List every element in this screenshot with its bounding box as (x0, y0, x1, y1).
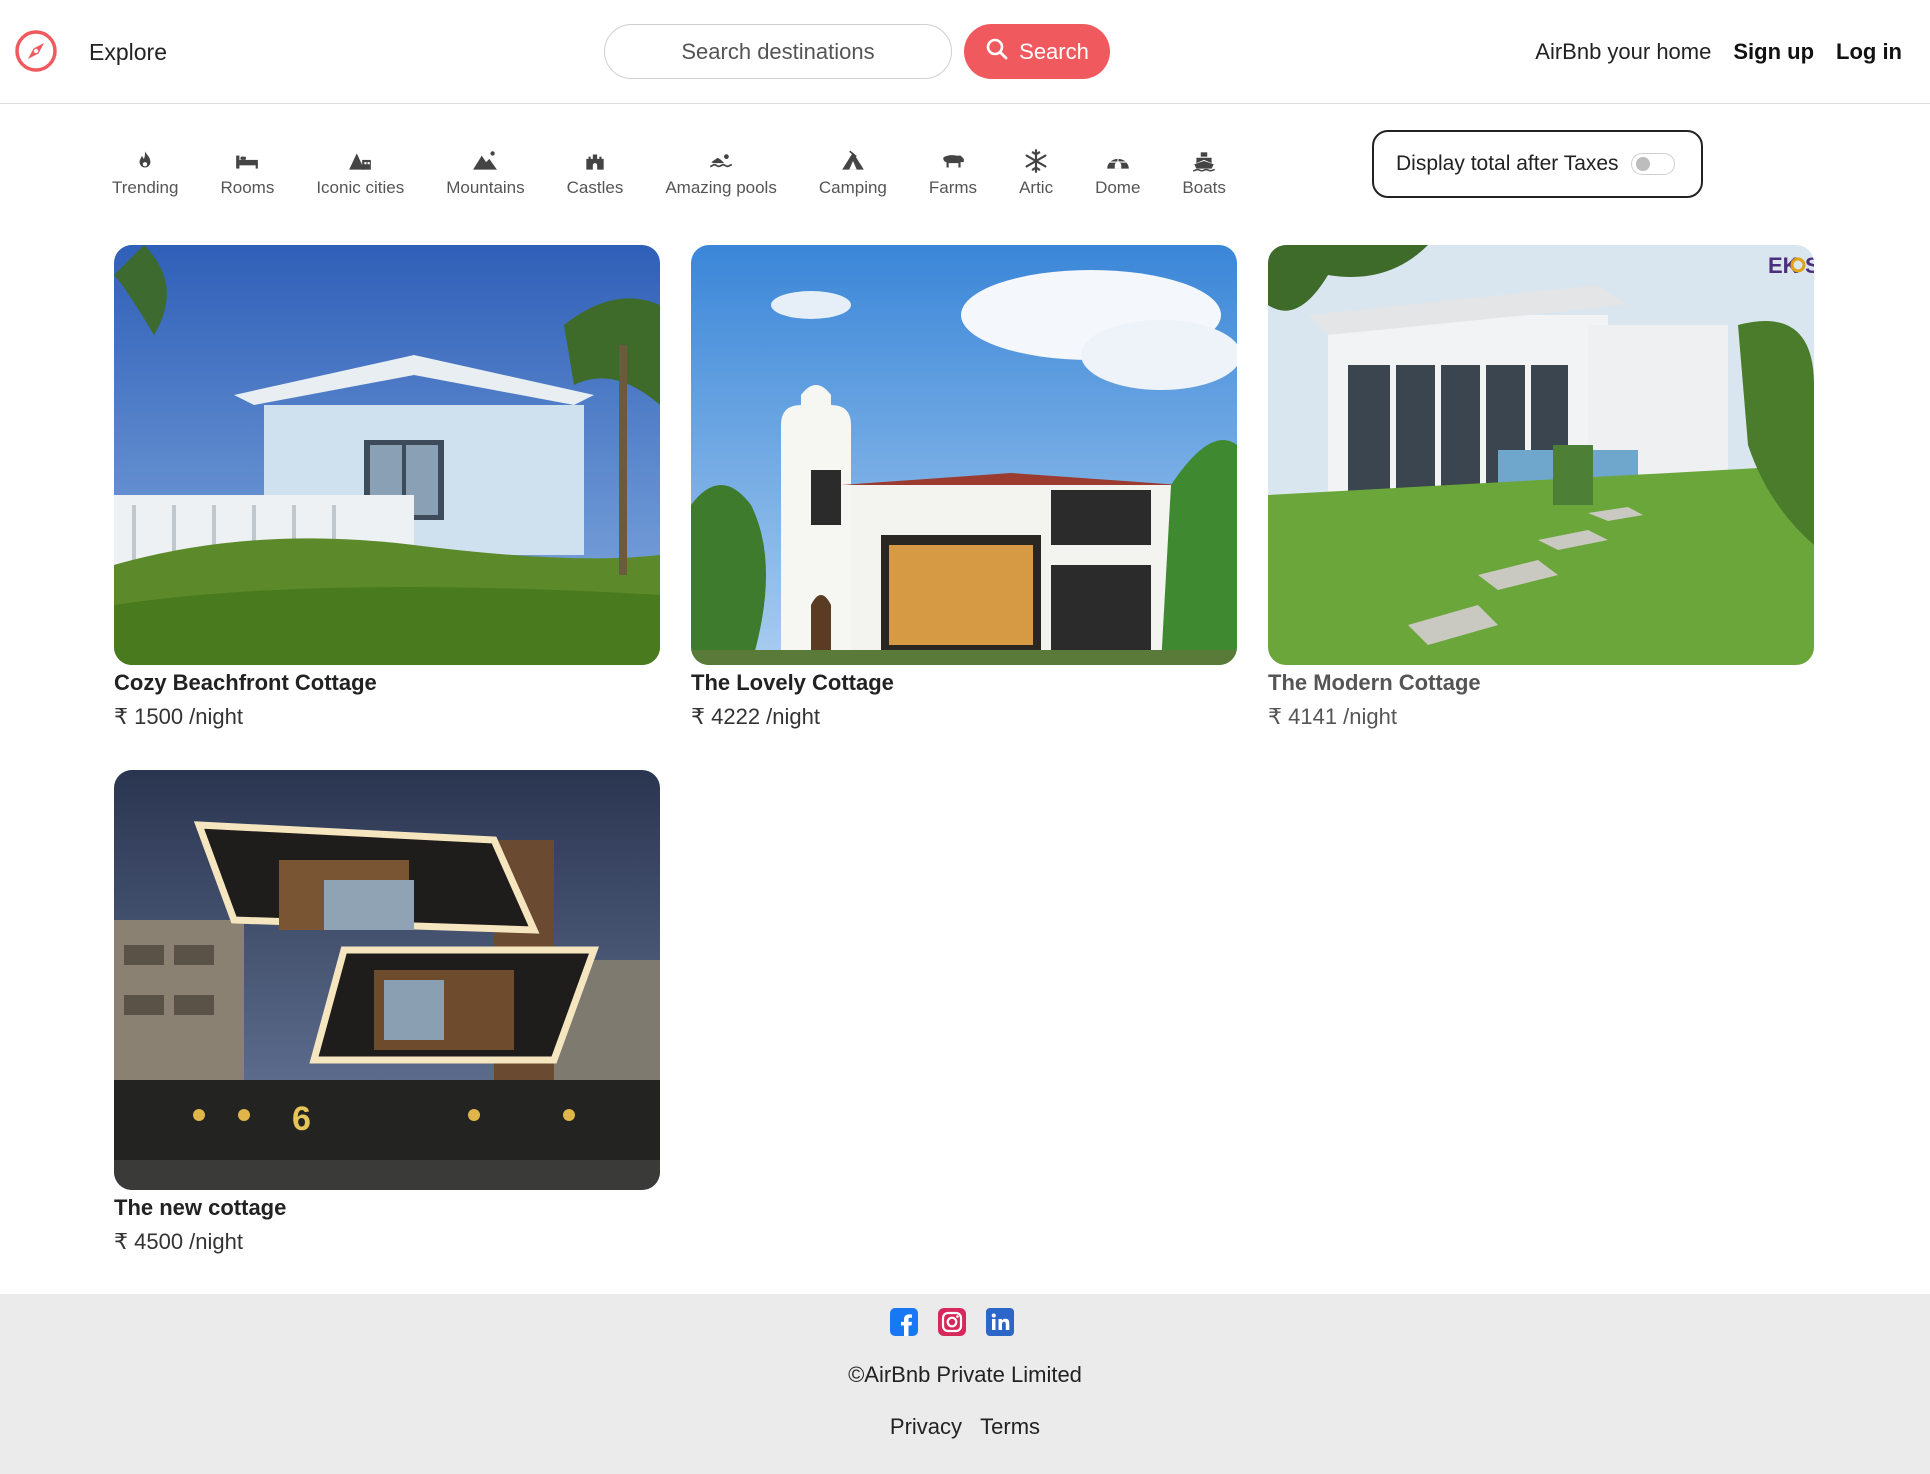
signup-link[interactable]: Sign up (1733, 39, 1814, 65)
mountain-icon (473, 151, 498, 170)
listing-photo[interactable] (691, 245, 1237, 665)
category-filters: Trending Rooms Iconic cities Mountains C… (112, 148, 1268, 204)
svg-text:6: 6 (292, 1100, 311, 1138)
listing-photo[interactable] (114, 245, 660, 665)
listing-card[interactable]: The Lovely Cottage ₹ 4222 /night (691, 245, 1237, 730)
filter-trending[interactable]: Trending (112, 148, 178, 204)
listing-title[interactable]: The new cottage (114, 1195, 660, 1221)
swimmer-icon (710, 154, 732, 168)
linkedin-icon[interactable] (986, 1308, 1014, 1336)
listing-title[interactable]: The Modern Cottage (1268, 670, 1814, 696)
listing-card[interactable]: EK S The Modern Cottage ₹ 4141 /night (1268, 245, 1814, 730)
listing-price: ₹ 1500 /night (114, 704, 243, 729)
search-icon (985, 37, 1009, 67)
search-input[interactable] (604, 24, 952, 79)
filter-artic[interactable]: Artic (1019, 148, 1053, 204)
bed-icon (236, 155, 259, 169)
nav-links: AirBnb your home Sign up Log in (1535, 39, 1902, 65)
filter-amazing-pools[interactable]: Amazing pools (665, 148, 777, 204)
tax-toggle-switch[interactable] (1630, 153, 1675, 175)
copyright: ©AirBnb Private Limited (848, 1362, 1082, 1387)
search-button-label: Search (1019, 38, 1089, 64)
filter-boats[interactable]: Boats (1182, 148, 1226, 204)
tax-toggle-label: Display total after Taxes (1396, 152, 1619, 175)
filter-mountains[interactable]: Mountains (446, 148, 525, 204)
filter-iconic-cities[interactable]: Iconic cities (316, 148, 404, 204)
tent-icon (842, 150, 864, 170)
filter-farms[interactable]: Farms (929, 148, 977, 204)
listing-price: ₹ 4141 /night (1268, 704, 1397, 729)
filter-rooms[interactable]: Rooms (220, 148, 274, 204)
footer-links: Privacy Terms (0, 1414, 1930, 1440)
svg-text:EK: EK (1768, 253, 1799, 278)
login-link[interactable]: Log in (1836, 39, 1902, 65)
cow-icon (943, 155, 964, 168)
snowflake-icon (1025, 149, 1047, 173)
fire-icon (139, 151, 151, 168)
listing-card[interactable]: Cozy Beachfront Cottage ₹ 1500 /night (114, 245, 660, 730)
listing-title[interactable]: The Lovely Cottage (691, 670, 1237, 696)
terms-link[interactable]: Terms (980, 1414, 1040, 1439)
filter-castles[interactable]: Castles (567, 148, 623, 204)
navbar: Explore Search AirBnb your home Sign up … (0, 0, 1930, 104)
explore-link[interactable]: Explore (89, 39, 167, 66)
tax-toggle[interactable]: Display total after Taxes (1372, 130, 1703, 198)
svg-text:S: S (1805, 253, 1814, 278)
compass-icon[interactable] (14, 29, 58, 73)
social-links (890, 1308, 1014, 1336)
search-button[interactable]: Search (964, 24, 1110, 79)
page: Explore Search AirBnb your home Sign up … (0, 0, 1930, 1474)
footer: ©AirBnb Private Limited Privacy Terms (0, 1294, 1930, 1474)
listing-price: ₹ 4500 /night (114, 1229, 243, 1254)
listing-title[interactable]: Cozy Beachfront Cottage (114, 670, 660, 696)
listing-photo[interactable]: EK S (1268, 245, 1814, 665)
filter-dome[interactable]: Dome (1095, 148, 1140, 204)
listing-card[interactable]: 6 The new cottage ₹ 4500 /night (114, 770, 660, 1255)
facebook-icon[interactable] (890, 1308, 918, 1336)
igloo-icon (1106, 158, 1129, 169)
instagram-icon[interactable] (938, 1308, 966, 1336)
privacy-link[interactable]: Privacy (890, 1414, 962, 1439)
city-icon (349, 153, 372, 170)
ship-icon (1193, 152, 1216, 172)
filter-camping[interactable]: Camping (819, 148, 887, 204)
listing-photo[interactable]: 6 (114, 770, 660, 1190)
listing-price: ₹ 4222 /night (691, 704, 820, 729)
host-link[interactable]: AirBnb your home (1535, 39, 1711, 65)
castle-icon (586, 154, 604, 170)
